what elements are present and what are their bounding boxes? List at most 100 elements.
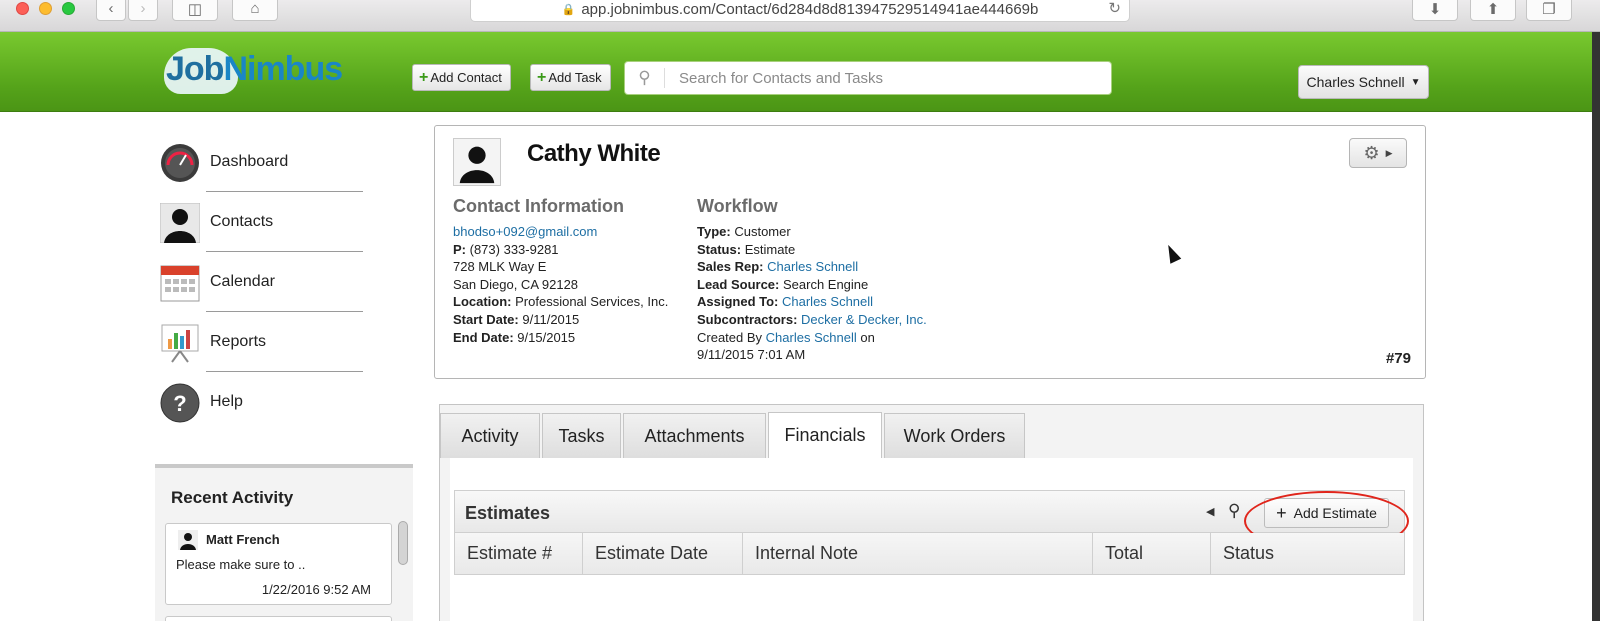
recent-activity-item[interactable]: Matt French Please make sure to .. 1/22/… (165, 523, 392, 605)
dashboard-gauge-icon (161, 144, 199, 182)
nav-item-calendar[interactable]: Calendar (160, 263, 360, 313)
location-label: Location: (453, 294, 512, 310)
nav-item-dashboard[interactable]: Dashboard (160, 143, 360, 193)
collapse-left-icon[interactable]: ◀ (1206, 505, 1214, 518)
calendar-icon (160, 265, 200, 302)
recent-activity-item[interactable] (165, 616, 392, 621)
lead-source-label: Lead Source: (697, 276, 780, 292)
recent-activity-panel: Recent Activity Matt French Please make … (155, 464, 413, 621)
tab-label: Activity (461, 425, 519, 446)
gear-icon: ⚙ (1363, 142, 1380, 163)
zoom-window-button[interactable] (62, 2, 75, 15)
subcontractors-link[interactable]: Decker & Decker, Inc. (801, 312, 927, 327)
home-icon[interactable]: ⌂ (232, 0, 278, 21)
search-input[interactable] (679, 69, 1099, 87)
add-contact-button[interactable]: + Add Contact (412, 64, 511, 91)
activity-time: 1/22/2016 9:52 AM (261, 582, 371, 597)
activity-author: Matt French (206, 532, 280, 547)
nav-item-help[interactable]: ? Help (160, 383, 360, 433)
back-icon[interactable]: ‹ (96, 0, 126, 21)
share-icon[interactable]: ⬆ (1470, 0, 1516, 21)
contact-status: Estimate (744, 241, 796, 257)
tab-label: Tasks (558, 425, 605, 446)
help-question-icon: ? (160, 383, 200, 423)
estimates-toolbar: Estimates ◀ ⚲ + Add Estimate (454, 490, 1409, 551)
search-icon: ⚲ (625, 68, 665, 88)
assigned-to-label: Assigned To: (697, 294, 779, 310)
tab-label: Work Orders (903, 425, 1006, 446)
nav-divider (206, 311, 363, 312)
column-status[interactable]: Status (1211, 533, 1405, 574)
caret-down-icon: ▼ (1410, 76, 1421, 88)
activity-message: Please make sure to .. (176, 557, 306, 572)
tab-attachments[interactable]: Attachments (623, 413, 766, 458)
svg-text:?: ? (173, 391, 186, 416)
jobnimbus-logo[interactable]: JobNimbus (164, 48, 343, 94)
close-window-button[interactable] (16, 2, 29, 15)
column-estimate-date[interactable]: Estimate Date (583, 533, 743, 574)
column-internal-note[interactable]: Internal Note (743, 533, 1093, 574)
nav-item-contacts[interactable]: Contacts (160, 203, 360, 253)
financials-content: Estimates ◀ ⚲ + Add Estimate Estimate # … (450, 458, 1413, 621)
user-menu-button[interactable]: Charles Schnell ▼ (1298, 65, 1429, 99)
contact-card: Cathy White ⚙ ▶ Contact Information bhod… (434, 125, 1426, 379)
contact-email-link[interactable]: bhodso+092@gmail.com (453, 224, 597, 239)
contacts-person-icon (160, 203, 200, 243)
sales-rep-link[interactable]: Charles Schnell (767, 259, 858, 274)
forward-icon[interactable]: › (128, 0, 158, 21)
recent-scrollbar[interactable] (398, 521, 408, 565)
created-on-label: on (860, 329, 875, 345)
nav-divider (206, 371, 363, 372)
end-date-label: End Date: (453, 329, 514, 345)
contact-location: Professional Services, Inc. (515, 294, 669, 310)
column-label: Internal Note (755, 543, 859, 563)
sidebar-icon[interactable]: ◫ (172, 0, 218, 21)
status-label: Status: (697, 241, 742, 257)
created-by-link[interactable]: Charles Schnell (766, 330, 857, 345)
url-text: app.jobnimbus.com/Contact/6d284d8d813947… (581, 0, 1039, 18)
tab-work-orders[interactable]: Work Orders (884, 413, 1025, 458)
nav-item-reports[interactable]: Reports (160, 323, 360, 373)
contact-phone: (873) 333-9281 (469, 241, 559, 257)
column-estimate-number[interactable]: Estimate # (455, 533, 583, 574)
sales-rep-label: Sales Rep: (697, 259, 764, 275)
window-edge (1592, 32, 1600, 621)
nav-divider (206, 191, 363, 192)
column-total[interactable]: Total (1093, 533, 1211, 574)
recent-activity-title: Recent Activity (171, 488, 294, 507)
minimize-window-button[interactable] (39, 2, 52, 15)
add-task-label: Add Task (548, 70, 602, 85)
contact-tabs-panel: Activity Tasks Attachments Financials Wo… (439, 404, 1424, 621)
tabs-icon[interactable]: ❐ (1526, 0, 1572, 21)
tab-label: Financials (784, 425, 866, 445)
tab-label: Attachments (644, 425, 745, 446)
search-box: ⚲ (624, 61, 1112, 95)
contact-settings-button[interactable]: ⚙ ▶ (1349, 138, 1407, 168)
reports-chart-icon (161, 324, 199, 363)
add-task-button[interactable]: + Add Task (530, 64, 611, 91)
plus-icon: + (419, 68, 429, 86)
nav-label: Help (210, 393, 243, 410)
logo-text-nimbus: Nimbus (223, 50, 343, 88)
created-at: 9/11/2015 7:01 AM (697, 347, 806, 363)
tab-activity[interactable]: Activity (440, 413, 540, 458)
tab-financials[interactable]: Financials (768, 412, 882, 458)
download-icon[interactable]: ⬇ (1412, 0, 1458, 21)
contact-name: Cathy White (527, 140, 661, 167)
workflow-info: Type: Customer Status: Estimate Sales Re… (697, 223, 927, 364)
browser-toolbar: ‹ › ◫ ⌂ 🔒 app.jobnimbus.com/Contact/6d28… (0, 0, 1600, 32)
search-icon[interactable]: ⚲ (1228, 501, 1240, 521)
lock-icon: 🔒 (561, 3, 576, 16)
contact-start-date: 9/11/2015 (522, 311, 580, 327)
contact-info-title: Contact Information (453, 196, 624, 216)
nav-divider (206, 251, 363, 252)
tab-tasks[interactable]: Tasks (542, 413, 621, 458)
assigned-to-link[interactable]: Charles Schnell (782, 294, 873, 309)
workflow-title: Workflow (697, 196, 778, 216)
contact-avatar-icon (453, 138, 501, 186)
column-label: Estimate Date (595, 543, 709, 563)
address-bar[interactable]: 🔒 app.jobnimbus.com/Contact/6d284d8d8139… (470, 0, 1130, 22)
reload-icon[interactable]: ↻ (1108, 0, 1121, 17)
plus-icon: + (537, 68, 547, 86)
contact-number: #79 (1385, 350, 1411, 367)
